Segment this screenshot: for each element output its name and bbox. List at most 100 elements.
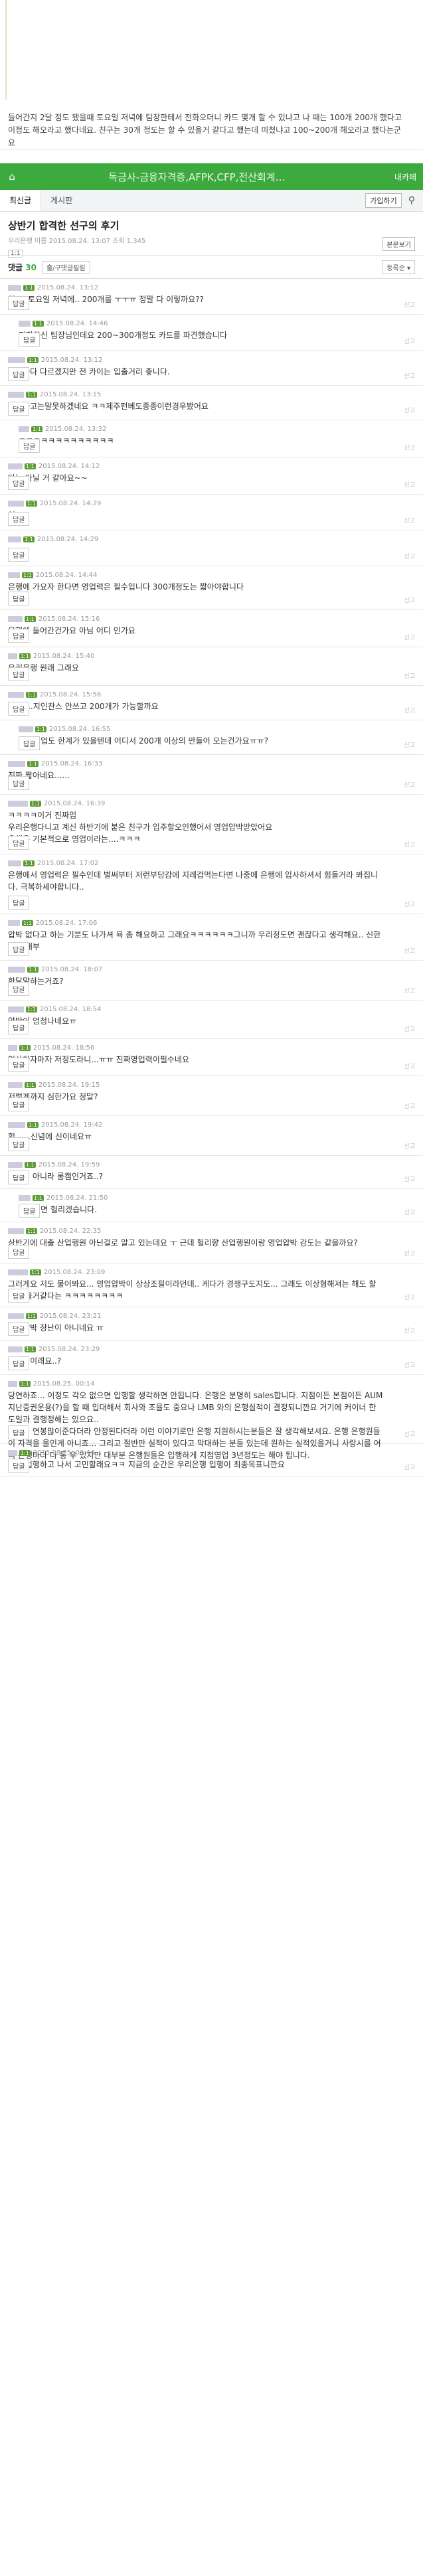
report-link[interactable]: 신고 — [404, 443, 415, 451]
report-link[interactable]: 신고 — [404, 480, 415, 489]
tab-board[interactable]: 게시판 — [41, 190, 82, 211]
report-link[interactable]: 신고 — [404, 1141, 415, 1150]
reply-button[interactable]: 답글 — [8, 1322, 30, 1336]
nickname[interactable] — [8, 1045, 17, 1051]
cafe-title[interactable]: 독금사-금융자격증,AFPK,CFP,전산회계… — [24, 170, 370, 184]
reply-button[interactable]: 답글 — [8, 702, 30, 716]
join-button[interactable]: 가입하기 — [365, 193, 402, 208]
home-icon[interactable]: ⌂ — [0, 171, 24, 183]
nickname[interactable] — [8, 1381, 17, 1387]
report-link[interactable]: 신고 — [404, 596, 415, 604]
reply-button[interactable]: 답글 — [8, 982, 30, 996]
reply-button[interactable]: 답글 — [8, 1170, 30, 1184]
sort-select[interactable]: 등록순 ▾ — [382, 260, 415, 274]
nickname[interactable] — [8, 1450, 17, 1456]
report-link[interactable]: 신고 — [404, 1249, 415, 1257]
nickname[interactable] — [8, 692, 24, 698]
report-link[interactable]: 신고 — [404, 1360, 415, 1369]
reply-button[interactable]: 답글 — [8, 592, 30, 605]
nickname[interactable] — [8, 285, 21, 291]
nickname[interactable] — [8, 653, 17, 659]
report-link[interactable]: 신고 — [404, 371, 415, 380]
reply-button[interactable]: 답글 — [8, 942, 30, 956]
report-link[interactable]: 신고 — [404, 780, 415, 789]
nickname[interactable] — [19, 426, 29, 432]
report-link[interactable]: 신고 — [404, 1463, 415, 1471]
reply-button[interactable]: 답글 — [19, 333, 41, 347]
nickname[interactable] — [8, 860, 21, 866]
reply-button[interactable]: 답글 — [8, 1058, 30, 1072]
reply-button[interactable]: 답글 — [8, 1020, 30, 1034]
report-link[interactable]: 신고 — [404, 300, 415, 309]
reply-button[interactable]: 답글 — [8, 1137, 30, 1151]
nickname[interactable] — [8, 1228, 24, 1234]
reply-button[interactable]: 답글 — [8, 1245, 30, 1259]
nickname[interactable] — [8, 1162, 23, 1168]
report-link[interactable]: 신고 — [404, 1101, 415, 1110]
report-link[interactable]: 신고 — [404, 706, 415, 714]
nickname[interactable] — [8, 1082, 23, 1088]
report-link[interactable]: 신고 — [404, 900, 415, 908]
nickname[interactable] — [8, 801, 28, 807]
report-link[interactable]: 신고 — [404, 1208, 415, 1216]
report-link[interactable]: 신고 — [404, 1326, 415, 1334]
report-link[interactable]: 신고 — [404, 633, 415, 641]
report-link[interactable]: 신고 — [404, 1062, 415, 1070]
nickname[interactable] — [8, 1122, 25, 1128]
report-link[interactable]: 신고 — [404, 337, 415, 345]
report-link[interactable]: 신고 — [404, 1024, 415, 1033]
reply-button[interactable]: 답글 — [8, 1459, 30, 1473]
nickname[interactable] — [8, 761, 25, 767]
reply-button[interactable]: 답글 — [8, 896, 30, 910]
report-link[interactable]: 신고 — [404, 986, 415, 995]
report-link[interactable]: 신고 — [404, 1429, 415, 1438]
view-original-button[interactable]: 본문보기 — [382, 237, 415, 251]
nickname[interactable] — [8, 1269, 28, 1275]
report-link[interactable]: 신고 — [404, 1293, 415, 1301]
reply-button[interactable]: 답글 — [8, 1289, 30, 1303]
nickname[interactable] — [8, 616, 23, 622]
reply-button[interactable]: 답글 — [19, 1204, 41, 1218]
nickname[interactable] — [8, 967, 25, 973]
comment-filter-button[interactable]: 출/구댓글필림 — [41, 260, 90, 274]
report-link[interactable]: 신고 — [404, 946, 415, 955]
report-link[interactable]: 신고 — [404, 740, 415, 749]
nickname[interactable] — [8, 572, 20, 578]
report-link[interactable]: 신고 — [404, 671, 415, 680]
reply-button[interactable]: 답글 — [8, 402, 30, 416]
reply-button[interactable]: 답글 — [8, 776, 30, 790]
report-link[interactable]: 신고 — [404, 1174, 415, 1183]
tab-latest[interactable]: 최신글 — [0, 190, 42, 211]
report-link[interactable]: 신고 — [404, 552, 415, 560]
report-link[interactable]: 신고 — [404, 406, 415, 414]
search-icon[interactable]: ⚲ — [408, 195, 415, 206]
nickname[interactable] — [8, 536, 21, 542]
nickname[interactable] — [8, 1313, 24, 1319]
reply-button[interactable]: 답글 — [8, 548, 30, 562]
nickname[interactable] — [8, 357, 25, 363]
reply-button[interactable]: 답글 — [8, 512, 30, 526]
nickname[interactable] — [19, 726, 33, 732]
nickname[interactable] — [8, 920, 20, 926]
nickname[interactable] — [19, 321, 31, 327]
reply-button[interactable]: 답글 — [8, 1425, 30, 1439]
nickname[interactable] — [8, 501, 24, 507]
reply-button[interactable]: 답글 — [8, 296, 30, 310]
reply-button[interactable]: 답글 — [19, 439, 41, 453]
nickname[interactable] — [19, 1195, 31, 1201]
reply-button[interactable]: 답글 — [8, 1356, 30, 1370]
report-link[interactable]: 신고 — [404, 516, 415, 524]
nickname[interactable] — [8, 392, 24, 398]
reply-button[interactable]: 답글 — [8, 476, 30, 490]
nickname[interactable] — [8, 463, 23, 469]
reply-button[interactable]: 답글 — [8, 667, 30, 681]
reply-button[interactable]: 답글 — [19, 736, 41, 750]
reply-button[interactable]: 답글 — [8, 367, 30, 381]
reply-button[interactable]: 답글 — [8, 836, 30, 850]
reply-button[interactable]: 답글 — [8, 1097, 30, 1111]
nickname[interactable] — [8, 1006, 24, 1012]
report-link[interactable]: 신고 — [404, 840, 415, 848]
nickname[interactable] — [8, 1346, 23, 1352]
reply-button[interactable]: 답글 — [8, 629, 30, 643]
my-cafe-link[interactable]: 내카페 — [370, 171, 423, 183]
